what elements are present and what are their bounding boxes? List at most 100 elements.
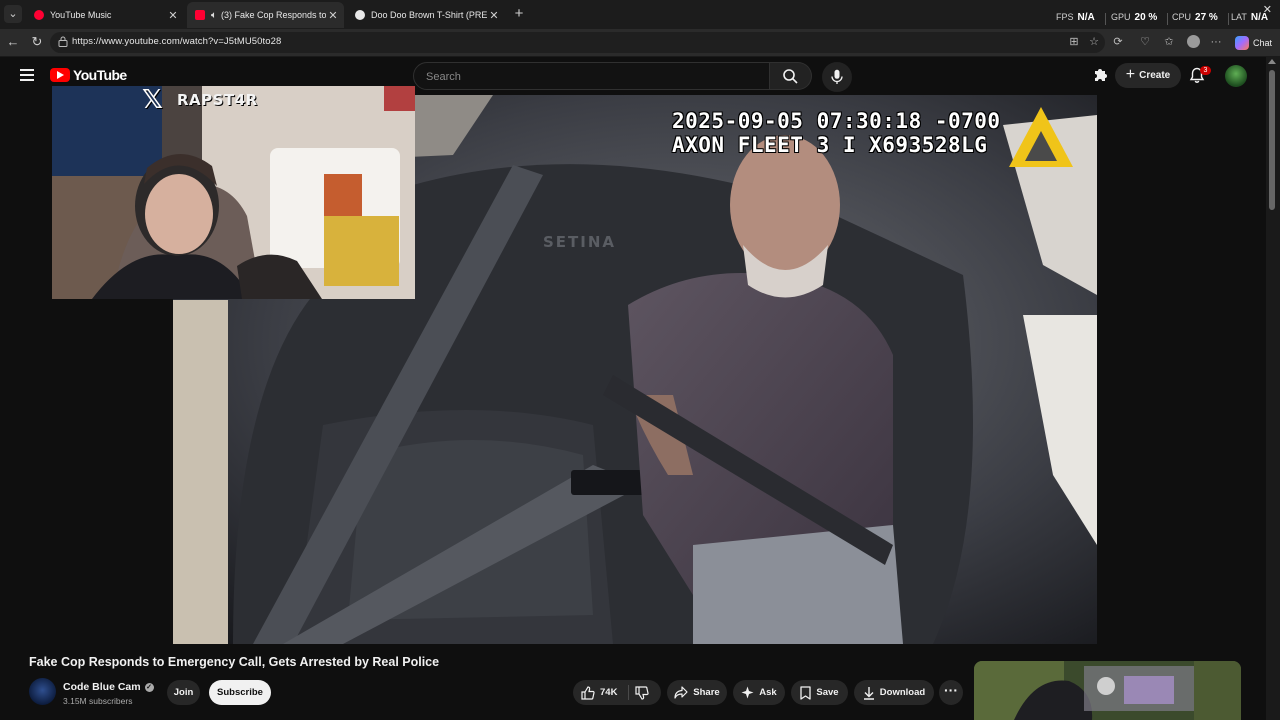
copilot-chat-button[interactable]: Chat	[1234, 33, 1272, 52]
sparkle-icon	[741, 686, 754, 699]
perf-value: 27 %	[1195, 12, 1218, 23]
channel-avatar[interactable]	[29, 678, 56, 705]
perf-label: FPS	[1056, 12, 1074, 22]
download-label: Download	[879, 687, 926, 698]
perf-value: 20 %	[1134, 12, 1158, 23]
url-text[interactable]: https://www.youtube.com/watch?v=J5tMU50t…	[72, 36, 281, 47]
tab-title: Doo Doo Brown T-Shirt (PRE-ORD	[371, 10, 487, 20]
audio-playing-icon[interactable]: 🔈︎	[211, 10, 217, 21]
scrollbar-thumb[interactable]	[1269, 70, 1275, 210]
like-dislike-group: 74K	[573, 680, 661, 705]
perf-value: N/A	[1077, 12, 1095, 23]
new-tab-button[interactable]: +	[511, 6, 527, 22]
youtube-music-favicon-icon	[34, 10, 44, 20]
youtube-play-logo-icon	[50, 68, 70, 82]
tab-doo-doo-brown-shirt[interactable]: Doo Doo Brown T-Shirt (PRE-ORD ✕	[347, 2, 505, 28]
download-arrow-icon	[863, 686, 874, 700]
voice-search-button[interactable]	[822, 62, 852, 92]
address-bar-row: ← ↻ https://www.youtube.com/watch?v=J5tM…	[0, 29, 1280, 57]
channel-name[interactable]: Code Blue Cam	[63, 681, 141, 693]
perf-label: GPU	[1111, 12, 1131, 22]
youtube-wordmark: YouTube	[73, 67, 127, 83]
ask-label: Ask	[759, 687, 777, 698]
refresh-icon[interactable]: ↻	[29, 34, 45, 50]
youtube-favicon-icon	[195, 10, 205, 20]
thumbs-down-icon	[635, 686, 649, 700]
site-info-icon[interactable]	[58, 36, 68, 48]
bookmark-icon	[800, 685, 812, 700]
microphone-icon	[831, 69, 843, 84]
verified-check-icon: ✓	[144, 683, 154, 692]
shop-favicon-icon	[355, 10, 365, 20]
copilot-icon	[1234, 35, 1249, 50]
subscribe-button[interactable]: Subscribe	[209, 680, 271, 705]
app-available-icon[interactable]: ⊞	[1066, 34, 1082, 50]
perf-label: LAT	[1231, 12, 1247, 22]
search-box[interactable]	[413, 62, 770, 90]
thumbnail-image	[974, 661, 1241, 720]
more-actions-ellipsis-icon[interactable]: ···	[939, 680, 963, 705]
browser-essentials-icon[interactable]: ♡	[1137, 34, 1153, 50]
save-button[interactable]: Save	[791, 680, 848, 705]
like-divider	[628, 685, 629, 700]
search-icon	[783, 69, 798, 84]
perf-label: CPU	[1172, 12, 1192, 22]
close-tab-icon[interactable]: ✕	[487, 9, 501, 22]
download-button[interactable]: Download	[854, 680, 934, 705]
related-video-thumbnail[interactable]	[974, 661, 1241, 720]
menu-hamburger-icon[interactable]	[20, 69, 34, 81]
create-label: Create	[1139, 70, 1171, 81]
share-arrow-icon	[674, 686, 688, 699]
tab-actions-menu-button[interactable]: ⌄	[4, 5, 22, 23]
streamer-handle: RAPST4R	[177, 91, 258, 109]
close-tab-icon[interactable]: ✕	[166, 9, 180, 22]
notification-count-badge: 3	[1200, 66, 1211, 75]
more-options-icon[interactable]: ···	[1208, 34, 1224, 50]
save-label: Save	[816, 687, 839, 698]
share-label: Share	[693, 687, 720, 698]
search-button[interactable]	[770, 62, 812, 90]
plus-icon: +	[1125, 66, 1136, 83]
like-button[interactable]: 74K	[581, 680, 617, 705]
address-bar[interactable]: https://www.youtube.com/watch?v=J5tMU50t…	[50, 32, 1105, 53]
browser-tab-strip: ⌄ YouTube Music ✕ 🔈︎ (3) Fake Cop Respon…	[0, 0, 1280, 29]
thumbs-up-icon	[581, 685, 595, 700]
window-close-icon[interactable]: ✕	[1263, 3, 1272, 16]
extensions-icon[interactable]: ⟳	[1110, 34, 1126, 50]
favorites-icon[interactable]: ✩	[1161, 34, 1177, 50]
x-logo-icon: 𝕏	[142, 86, 163, 115]
bodycam-device-id: AXON FLEET 3 I X693528LG	[672, 133, 988, 157]
tab-title: YouTube Music	[50, 10, 112, 20]
create-button[interactable]: + Create	[1115, 63, 1181, 88]
bodycam-timestamp: 2025-09-05 07:30:18 -0700	[672, 109, 1001, 133]
account-avatar[interactable]	[1225, 65, 1247, 87]
like-count: 74K	[600, 687, 618, 698]
subscribe-label: Subscribe	[217, 687, 263, 698]
perf-cpu: CPU 27 %	[1172, 12, 1229, 26]
scroll-up-arrow-icon[interactable]	[1268, 59, 1276, 64]
facecam-video-frame	[52, 86, 415, 299]
channel-name-row[interactable]: Code Blue Cam ✓	[63, 681, 154, 693]
share-button[interactable]: Share	[667, 680, 727, 705]
tab-fake-cop-video[interactable]: 🔈︎ (3) Fake Cop Responds to Em ✕	[187, 2, 344, 28]
favorite-star-icon[interactable]: ☆	[1086, 34, 1102, 50]
youtube-logo[interactable]: YouTube	[50, 67, 127, 83]
join-button[interactable]: Join	[167, 680, 200, 705]
tab-title: (3) Fake Cop Responds to Em	[221, 10, 326, 20]
back-arrow-icon[interactable]: ←	[5, 34, 21, 50]
seat-brand-text: SETINA	[543, 233, 617, 251]
dislike-button[interactable]	[635, 685, 651, 701]
tab-youtube-music[interactable]: YouTube Music ✕	[26, 2, 184, 28]
subscriber-count: 3.15M subscribers	[63, 696, 133, 706]
perf-fps: FPS N/A	[1056, 12, 1106, 26]
chat-label: Chat	[1252, 37, 1272, 48]
perf-gpu: GPU 20 %	[1111, 12, 1169, 26]
close-tab-icon[interactable]: ✕	[326, 9, 340, 22]
ask-button[interactable]: Ask	[733, 680, 785, 705]
search-input[interactable]	[424, 68, 758, 86]
join-label: Join	[173, 687, 194, 698]
extension-puzzle-icon[interactable]	[1092, 67, 1110, 85]
profile-avatar-icon[interactable]	[1185, 34, 1201, 50]
page-scrollbar[interactable]	[1266, 57, 1280, 720]
streamer-facecam: 𝕏 RAPST4R	[52, 86, 415, 299]
